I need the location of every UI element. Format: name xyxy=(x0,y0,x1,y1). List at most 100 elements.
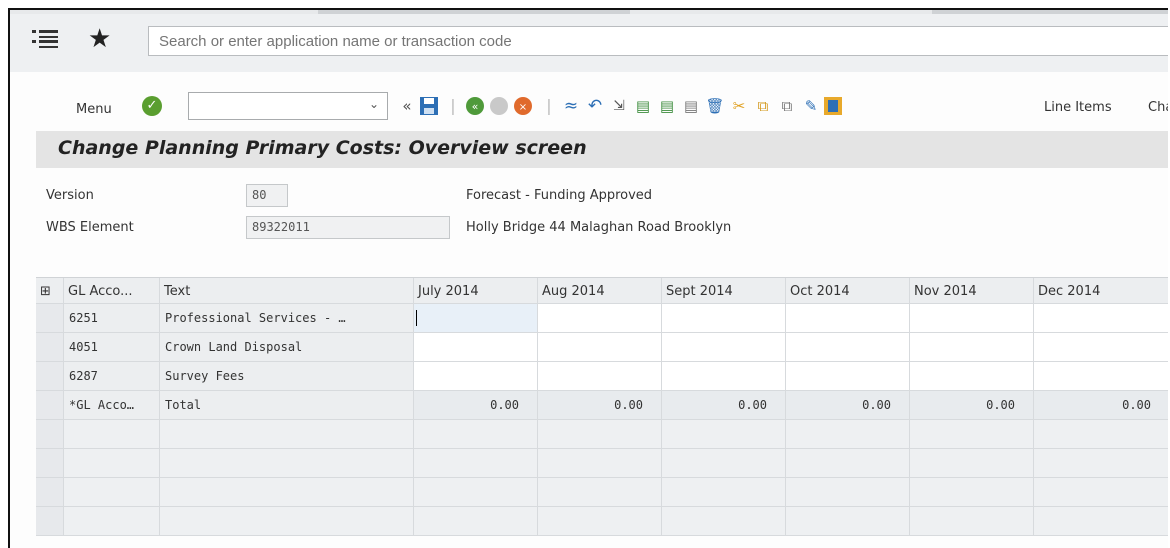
row-selector[interactable] xyxy=(36,478,64,507)
row-selector[interactable] xyxy=(36,333,64,362)
amount-input-cell[interactable] xyxy=(786,362,910,391)
empty-cell xyxy=(1034,449,1168,478)
tab-segment[interactable] xyxy=(318,10,630,14)
amount-input-cell[interactable] xyxy=(538,304,662,333)
empty-cell xyxy=(786,449,910,478)
text-cell: Survey Fees xyxy=(160,362,414,391)
empty-cell xyxy=(538,478,662,507)
amount-input-cell[interactable] xyxy=(414,333,538,362)
amount-input-cell[interactable] xyxy=(662,362,786,391)
empty-cell xyxy=(538,507,662,536)
empty-cell xyxy=(64,507,160,536)
column-header[interactable]: Nov 2014 xyxy=(910,278,1034,304)
delete-icon[interactable]: 🗑 xyxy=(704,94,726,118)
next-page-icon[interactable]: ▤ xyxy=(680,94,702,118)
column-settings-icon[interactable]: ⊞ xyxy=(36,278,64,304)
amount-input-cell[interactable] xyxy=(786,304,910,333)
amount-input-cell[interactable] xyxy=(538,333,662,362)
amount-input-cell[interactable] xyxy=(662,304,786,333)
empty-cell xyxy=(662,507,786,536)
row-selector[interactable] xyxy=(36,391,64,420)
column-header[interactable]: Sept 2014 xyxy=(662,278,786,304)
edit-icon[interactable]: ✎ xyxy=(800,94,822,118)
total-gl-cell: *GL Acco… xyxy=(64,391,160,420)
column-header[interactable]: Text xyxy=(160,278,414,304)
row-selector[interactable] xyxy=(36,449,64,478)
empty-cell xyxy=(160,507,414,536)
amount-input-cell[interactable] xyxy=(910,304,1034,333)
sap-window: ★ Menu ✓ ⌄ « | « × | ≈ ↶ ⇲ ▤ ▤ ▤ 🗑 ✂ ⧉ xyxy=(8,8,1168,548)
empty-cell xyxy=(64,449,160,478)
row-selector[interactable] xyxy=(36,304,64,333)
text-cell: Professional Services - … xyxy=(160,304,414,333)
total-value-cell: 0.00 xyxy=(786,391,910,420)
column-header[interactable]: GL Acco... xyxy=(64,278,160,304)
amount-input-cell[interactable] xyxy=(1034,362,1168,391)
amount-input-cell[interactable] xyxy=(538,362,662,391)
tab-strip xyxy=(10,10,1168,14)
empty-cell xyxy=(160,449,414,478)
undo-icon[interactable]: ↶ xyxy=(584,94,606,118)
amount-input-cell[interactable] xyxy=(414,304,538,333)
total-value-cell: 0.00 xyxy=(910,391,1034,420)
svg-text:×: × xyxy=(519,102,527,113)
double-left-icon[interactable]: « xyxy=(396,94,418,118)
empty-cell xyxy=(662,449,786,478)
app-toolbar: Menu ✓ ⌄ « | « × | ≈ ↶ ⇲ ▤ ▤ ▤ 🗑 ✂ ⧉ ⧉ ✎ xyxy=(10,72,1168,130)
exit-icon[interactable] xyxy=(488,94,510,118)
empty-cell xyxy=(1034,507,1168,536)
amount-input-cell[interactable] xyxy=(1034,333,1168,362)
total-label-cell: Total xyxy=(160,391,414,420)
separator: | xyxy=(450,96,456,115)
row-selector[interactable] xyxy=(36,420,64,449)
line-items-icon[interactable] xyxy=(822,94,844,118)
total-value-cell: 0.00 xyxy=(662,391,786,420)
save-icon[interactable] xyxy=(418,94,440,118)
amount-input-cell[interactable] xyxy=(910,333,1034,362)
menu-button[interactable]: Menu xyxy=(76,102,112,117)
wbs-label: WBS Element xyxy=(46,220,134,235)
paste-icon[interactable]: ⧉ xyxy=(776,94,798,118)
empty-cell xyxy=(414,507,538,536)
empty-cell xyxy=(786,420,910,449)
column-header[interactable]: July 2014 xyxy=(414,278,538,304)
check-icon[interactable]: ✓ xyxy=(142,96,162,116)
amount-input-cell[interactable] xyxy=(414,362,538,391)
first-page-icon[interactable]: ▤ xyxy=(632,94,654,118)
gl-account-cell: 4051 xyxy=(64,333,160,362)
overflow-button[interactable]: Cha xyxy=(1148,100,1168,115)
chevron-down-icon[interactable]: ⌄ xyxy=(369,97,379,111)
revaluation-icon[interactable]: ≈ xyxy=(560,94,582,118)
row-selector[interactable] xyxy=(36,507,64,536)
column-header[interactable]: Aug 2014 xyxy=(538,278,662,304)
cut-icon[interactable]: ✂ xyxy=(728,94,750,118)
empty-cell xyxy=(64,420,160,449)
row-selector[interactable] xyxy=(36,362,64,391)
copy-icon[interactable]: ⧉ xyxy=(752,94,774,118)
line-items-button[interactable]: Line Items xyxy=(1044,100,1112,115)
planning-grid: ⊞ GL Acco... Text July 2014 Aug 2014 Sept 201… xyxy=(36,277,1168,548)
star-icon[interactable]: ★ xyxy=(88,24,111,54)
back-icon[interactable]: « xyxy=(464,94,486,118)
search-input[interactable] xyxy=(148,26,1168,56)
empty-cell xyxy=(662,420,786,449)
select-icon[interactable]: ⇲ xyxy=(608,94,630,118)
hamburger-icon[interactable] xyxy=(32,28,58,52)
version-field[interactable]: 80 xyxy=(246,184,288,207)
amount-input-cell[interactable] xyxy=(910,362,1034,391)
empty-cell xyxy=(786,507,910,536)
column-header[interactable]: Dec 2014 xyxy=(1034,278,1168,304)
amount-input-cell[interactable] xyxy=(786,333,910,362)
amount-input-cell[interactable] xyxy=(662,333,786,362)
empty-cell xyxy=(786,478,910,507)
cancel-icon[interactable]: × xyxy=(512,94,534,118)
column-header[interactable]: Oct 2014 xyxy=(786,278,910,304)
command-field[interactable]: ⌄ xyxy=(188,92,388,120)
tab-segment[interactable] xyxy=(932,10,1168,14)
svg-text:«: « xyxy=(472,100,479,113)
wbs-field[interactable]: 89322011 xyxy=(246,216,450,239)
empty-cell xyxy=(538,420,662,449)
empty-cell xyxy=(1034,420,1168,449)
amount-input-cell[interactable] xyxy=(1034,304,1168,333)
prev-page-icon[interactable]: ▤ xyxy=(656,94,678,118)
